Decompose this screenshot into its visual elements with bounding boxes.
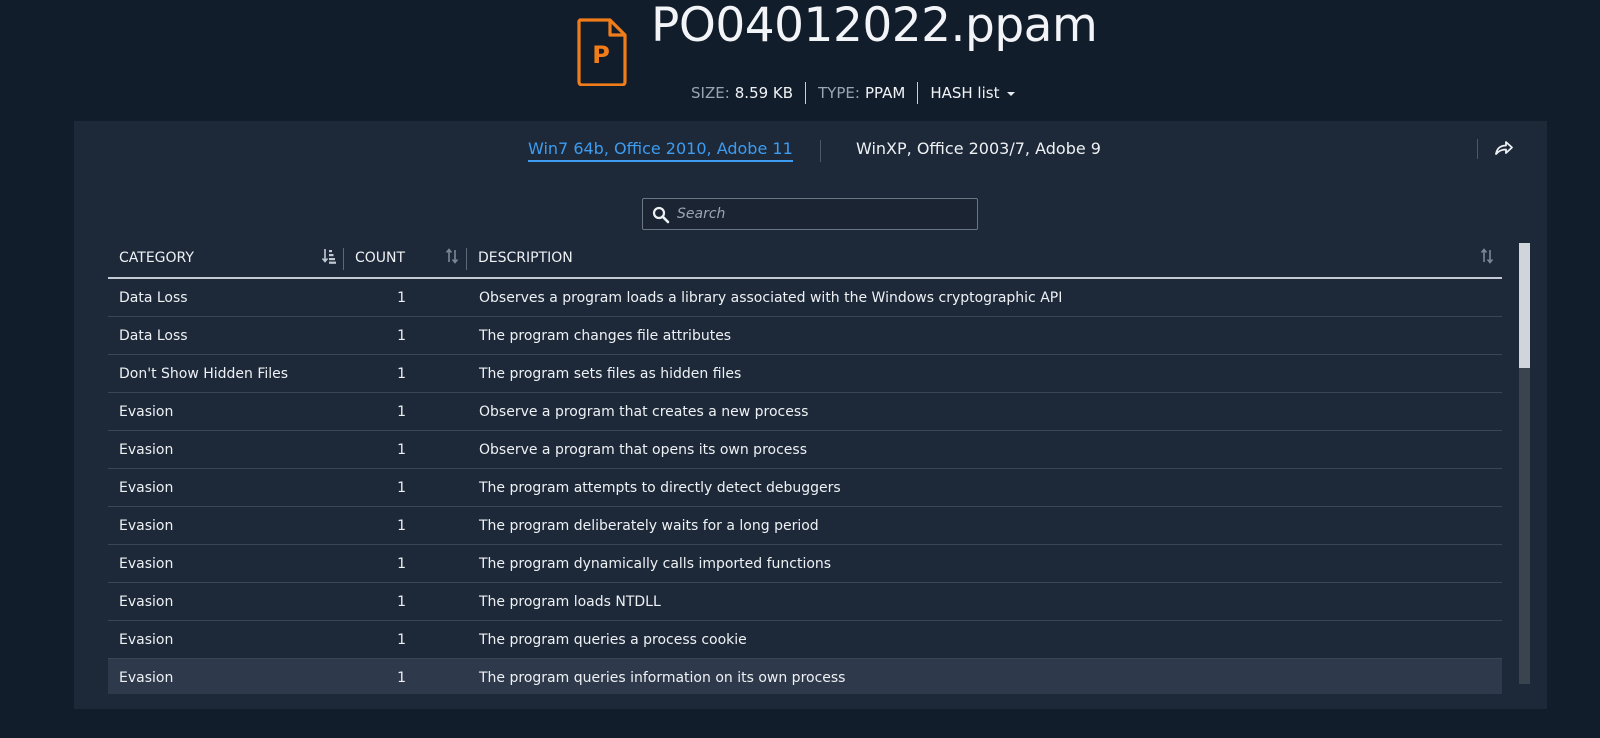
- count-cell: 1: [344, 658, 467, 694]
- hash-list-dropdown[interactable]: HASH list: [930, 84, 1016, 102]
- column-header-category[interactable]: CATEGORY: [108, 239, 344, 279]
- size-value: 8.59 KB: [734, 84, 794, 102]
- table-row[interactable]: Evasion 1 The program dynamically calls …: [108, 544, 1502, 583]
- category-cell: Evasion: [108, 468, 344, 507]
- analysis-panel: Win7 64b, Office 2010, Adobe 11 WinXP, O…: [74, 121, 1547, 709]
- column-header-category-label: CATEGORY: [119, 250, 194, 266]
- count-cell: 1: [344, 620, 467, 659]
- signatures-table-container: CATEGORY COUNT DESCRIPTION Data Loss 1 O…: [108, 239, 1502, 694]
- meta-divider: [805, 82, 807, 104]
- share-divider: [1477, 139, 1478, 159]
- count-cell: 1: [344, 582, 467, 621]
- table-row-hovered[interactable]: Evasion 1 The program queries informatio…: [108, 658, 1502, 694]
- tab-winxp-environment[interactable]: WinXP, Office 2003/7, Adobe 9: [856, 139, 1101, 158]
- category-cell: Evasion: [108, 620, 344, 659]
- table-row[interactable]: Evasion 1 The program loads NTDLL: [108, 582, 1502, 621]
- count-cell: 1: [344, 278, 467, 317]
- meta-divider: [917, 82, 919, 104]
- category-cell: Evasion: [108, 544, 344, 583]
- type-label: TYPE:: [818, 84, 860, 102]
- category-cell: Don't Show Hidden Files: [108, 354, 344, 393]
- tab-win7-environment[interactable]: Win7 64b, Office 2010, Adobe 11: [528, 139, 793, 162]
- count-cell: 1: [344, 430, 467, 469]
- file-header: P PO04012022.ppam SIZE: 8.59 KB TYPE: PP…: [0, 0, 1600, 120]
- sort-ascending-icon[interactable]: [322, 248, 336, 264]
- column-header-description[interactable]: DESCRIPTION: [467, 239, 1502, 279]
- column-header-description-label: DESCRIPTION: [478, 250, 573, 266]
- description-cell: The program sets files as hidden files: [467, 354, 1502, 393]
- count-cell: 1: [344, 468, 467, 507]
- description-cell: The program deliberately waits for a lon…: [467, 506, 1502, 545]
- table-header-row: CATEGORY COUNT DESCRIPTION: [108, 239, 1502, 279]
- category-cell: Evasion: [108, 506, 344, 545]
- count-cell: 1: [344, 506, 467, 545]
- description-cell: The program changes file attributes: [467, 316, 1502, 355]
- table-row[interactable]: Evasion 1 The program queries a process …: [108, 620, 1502, 659]
- table-row[interactable]: Evasion 1 Observe a program that creates…: [108, 392, 1502, 431]
- count-cell: 1: [344, 354, 467, 393]
- file-meta: SIZE: 8.59 KB TYPE: PPAM HASH list: [691, 80, 1016, 106]
- count-cell: 1: [344, 392, 467, 431]
- category-cell: Evasion: [108, 392, 344, 431]
- file-name-title: PO04012022.ppam: [651, 0, 1098, 53]
- table-row[interactable]: Evasion 1 The program attempts to direct…: [108, 468, 1502, 507]
- category-cell: Data Loss: [108, 278, 344, 317]
- table-row[interactable]: Data Loss 1 Observes a program loads a l…: [108, 278, 1502, 317]
- description-cell: The program loads NTDLL: [467, 582, 1502, 621]
- count-cell: 1: [344, 544, 467, 583]
- table-row[interactable]: Evasion 1 The program deliberately waits…: [108, 506, 1502, 545]
- sort-icon[interactable]: [1480, 248, 1494, 264]
- search-icon: [652, 206, 670, 224]
- column-header-count-label: COUNT: [355, 250, 406, 266]
- description-cell: The program dynamically calls imported f…: [467, 544, 1502, 583]
- category-cell: Evasion: [108, 430, 344, 469]
- search-input[interactable]: [677, 199, 967, 229]
- scrollbar-thumb[interactable]: [1519, 243, 1530, 368]
- table-row[interactable]: Data Loss 1 The program changes file att…: [108, 316, 1502, 355]
- category-cell: Evasion: [108, 582, 344, 621]
- table-scrollbar[interactable]: [1519, 243, 1530, 684]
- column-header-count[interactable]: COUNT: [344, 239, 467, 279]
- description-cell: Observes a program loads a library assoc…: [467, 278, 1502, 317]
- signatures-table: CATEGORY COUNT DESCRIPTION Data Loss 1 O…: [108, 239, 1502, 694]
- count-cell: 1: [344, 316, 467, 355]
- description-cell: Observe a program that creates a new pro…: [467, 392, 1502, 431]
- type-value: PPAM: [864, 84, 906, 102]
- ppam-file-icon: P: [577, 18, 627, 86]
- caret-down-icon: [1007, 91, 1016, 96]
- tab-divider: [820, 140, 821, 162]
- description-cell: The program queries information on its o…: [467, 658, 1502, 694]
- description-cell: Observe a program that opens its own pro…: [467, 430, 1502, 469]
- table-row[interactable]: Evasion 1 Observe a program that opens i…: [108, 430, 1502, 469]
- share-icon[interactable]: [1494, 139, 1514, 157]
- description-cell: The program queries a process cookie: [467, 620, 1502, 659]
- sort-icon[interactable]: [445, 248, 459, 264]
- hash-list-label: HASH list: [930, 84, 1000, 102]
- environment-tabs: Win7 64b, Office 2010, Adobe 11 WinXP, O…: [74, 139, 1547, 175]
- size-label: SIZE:: [691, 84, 730, 102]
- category-cell: Evasion: [108, 658, 344, 694]
- table-row[interactable]: Don't Show Hidden Files 1 The program se…: [108, 354, 1502, 393]
- file-icon-letter: P: [592, 41, 610, 69]
- search-box[interactable]: [642, 198, 978, 230]
- description-cell: The program attempts to directly detect …: [467, 468, 1502, 507]
- category-cell: Data Loss: [108, 316, 344, 355]
